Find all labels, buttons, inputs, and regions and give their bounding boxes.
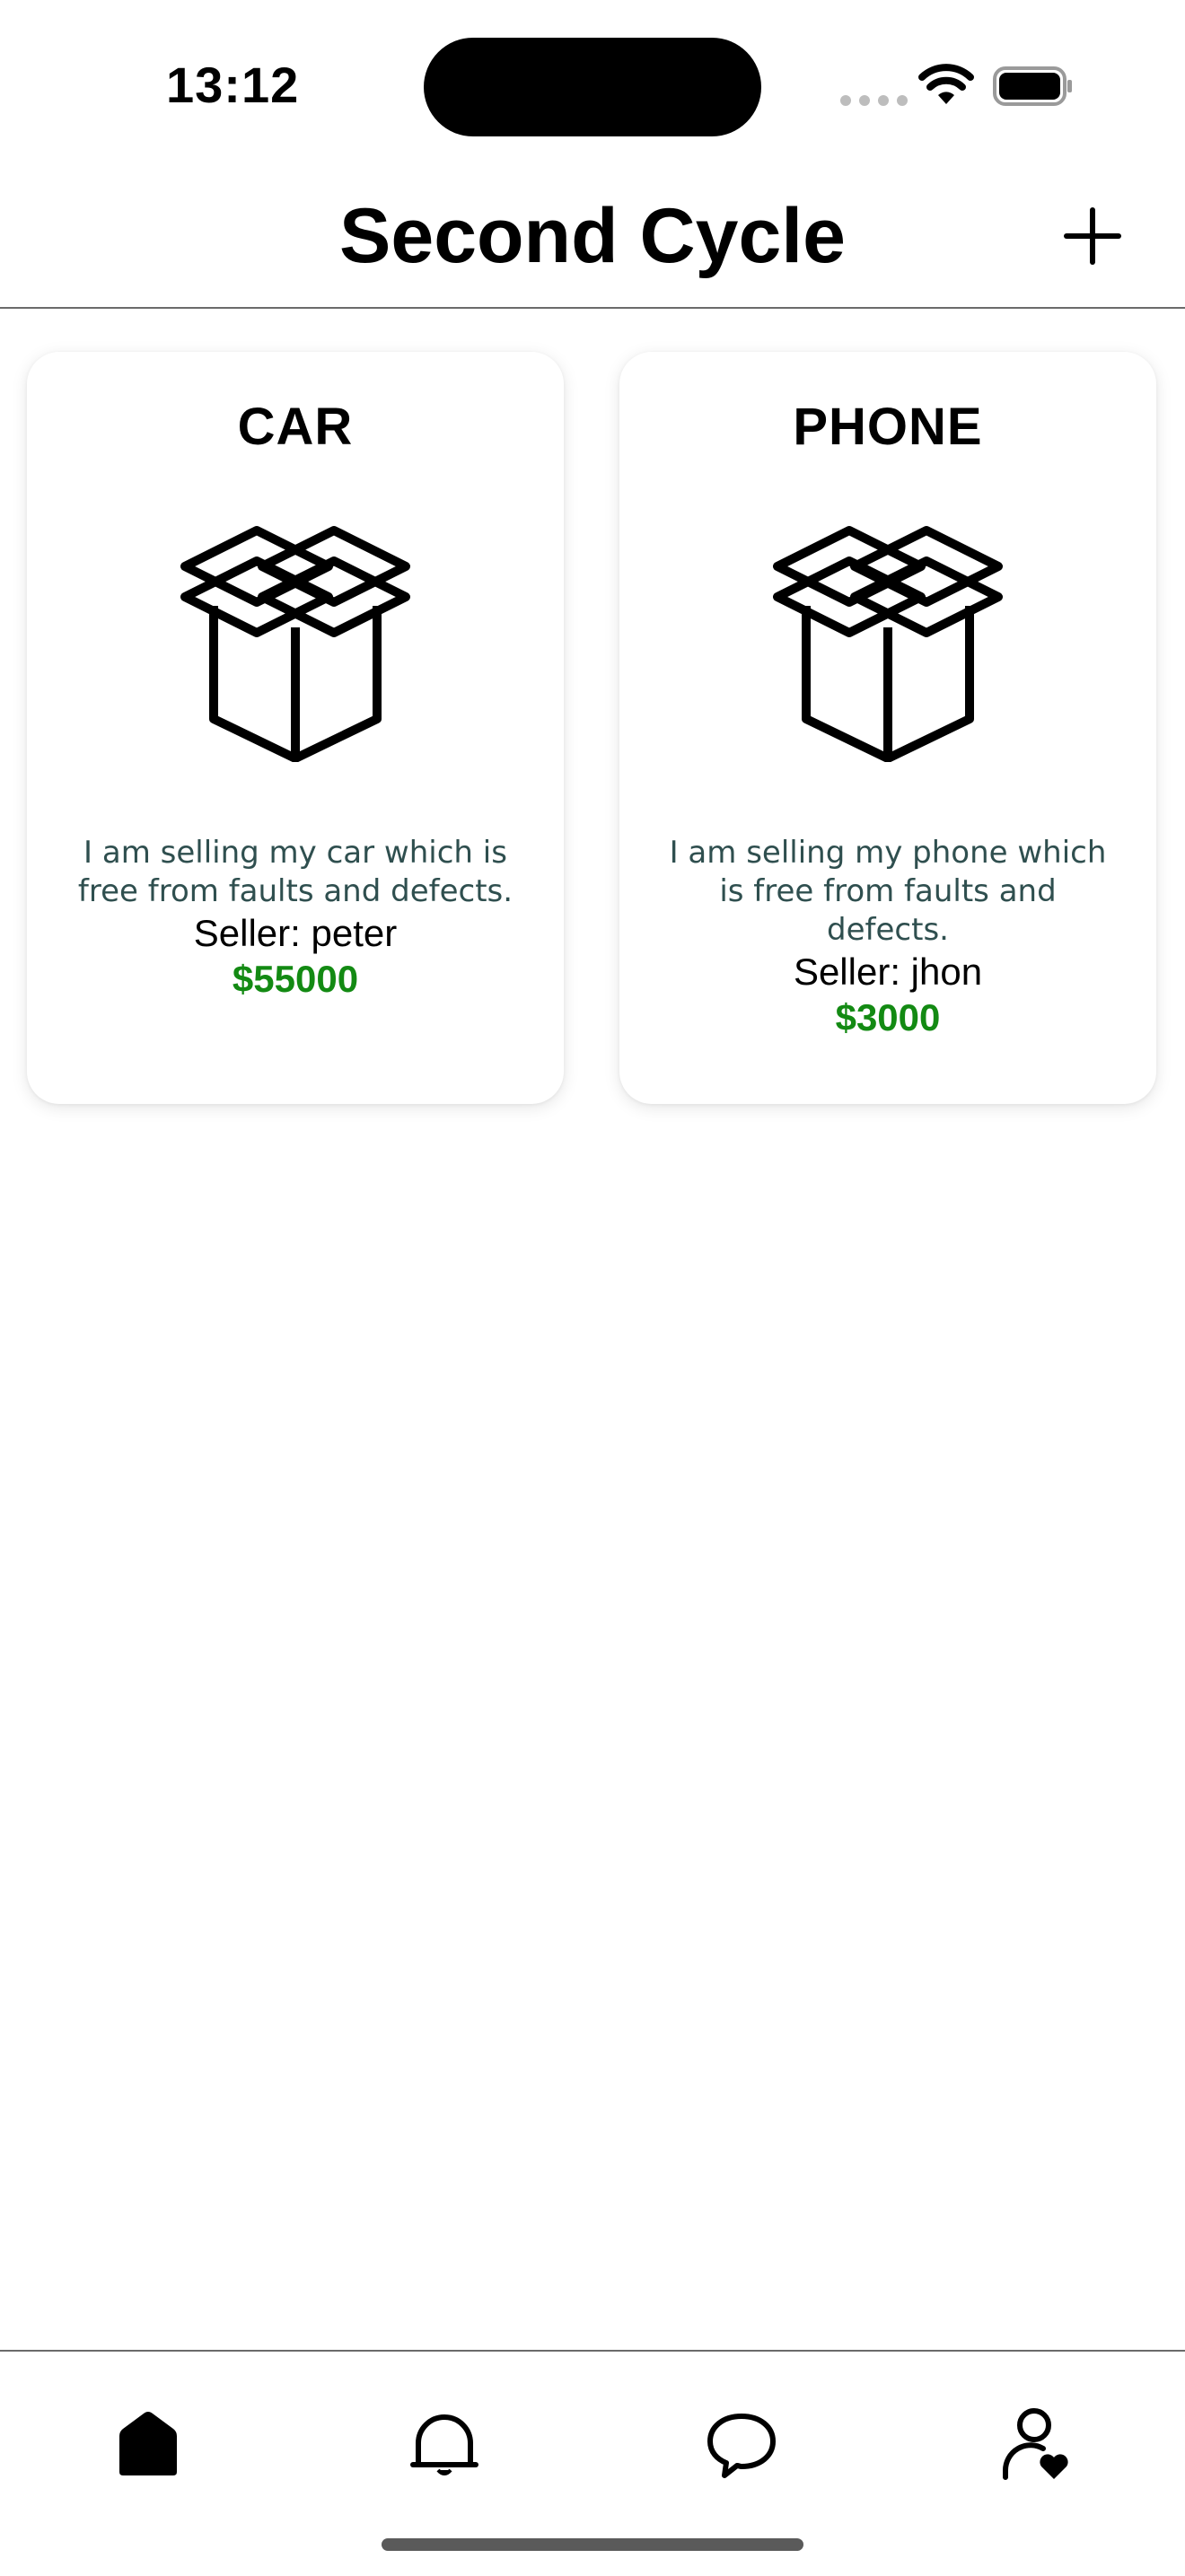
tab-messages[interactable] [701, 2404, 782, 2484]
page-title: Second Cycle [339, 193, 846, 279]
home-icon [119, 2412, 177, 2475]
profile-heart-icon [1003, 2408, 1068, 2480]
listing-description: I am selling my car which is free from f… [77, 835, 514, 909]
chat-bubble-icon [707, 2414, 776, 2478]
cellular-signal-icon [840, 95, 908, 106]
wifi-icon [918, 64, 974, 104]
status-time: 13:12 [166, 57, 300, 113]
listing-title: CAR [237, 398, 354, 456]
listing-price: $3000 [835, 996, 941, 1038]
listing-price: $55000 [232, 958, 359, 1000]
listing-card-car[interactable]: CAR I am selling my car which is free fr… [27, 352, 564, 1104]
home-indicator[interactable] [382, 2538, 803, 2551]
add-listing-button[interactable] [1059, 203, 1126, 269]
tab-profile[interactable] [998, 2404, 1079, 2484]
tab-notifications[interactable] [404, 2404, 485, 2484]
box-icon [180, 526, 410, 762]
dynamic-island [424, 38, 761, 136]
listing-seller: Seller: peter [193, 912, 398, 954]
tab-home[interactable] [108, 2404, 189, 2484]
status-bar: 13:12 [0, 0, 1185, 171]
plus-icon [1064, 207, 1121, 265]
box-icon [773, 526, 1003, 762]
listing-seller: Seller: jhon [793, 951, 983, 993]
listing-description: I am selling my phone which is free from… [669, 835, 1107, 948]
battery-icon [993, 66, 1072, 106]
listing-title: PHONE [793, 398, 983, 456]
header: Second Cycle [0, 171, 1185, 309]
bell-icon [410, 2414, 478, 2475]
listing-card-phone[interactable]: PHONE I am selling my phone which is fre… [619, 352, 1156, 1104]
